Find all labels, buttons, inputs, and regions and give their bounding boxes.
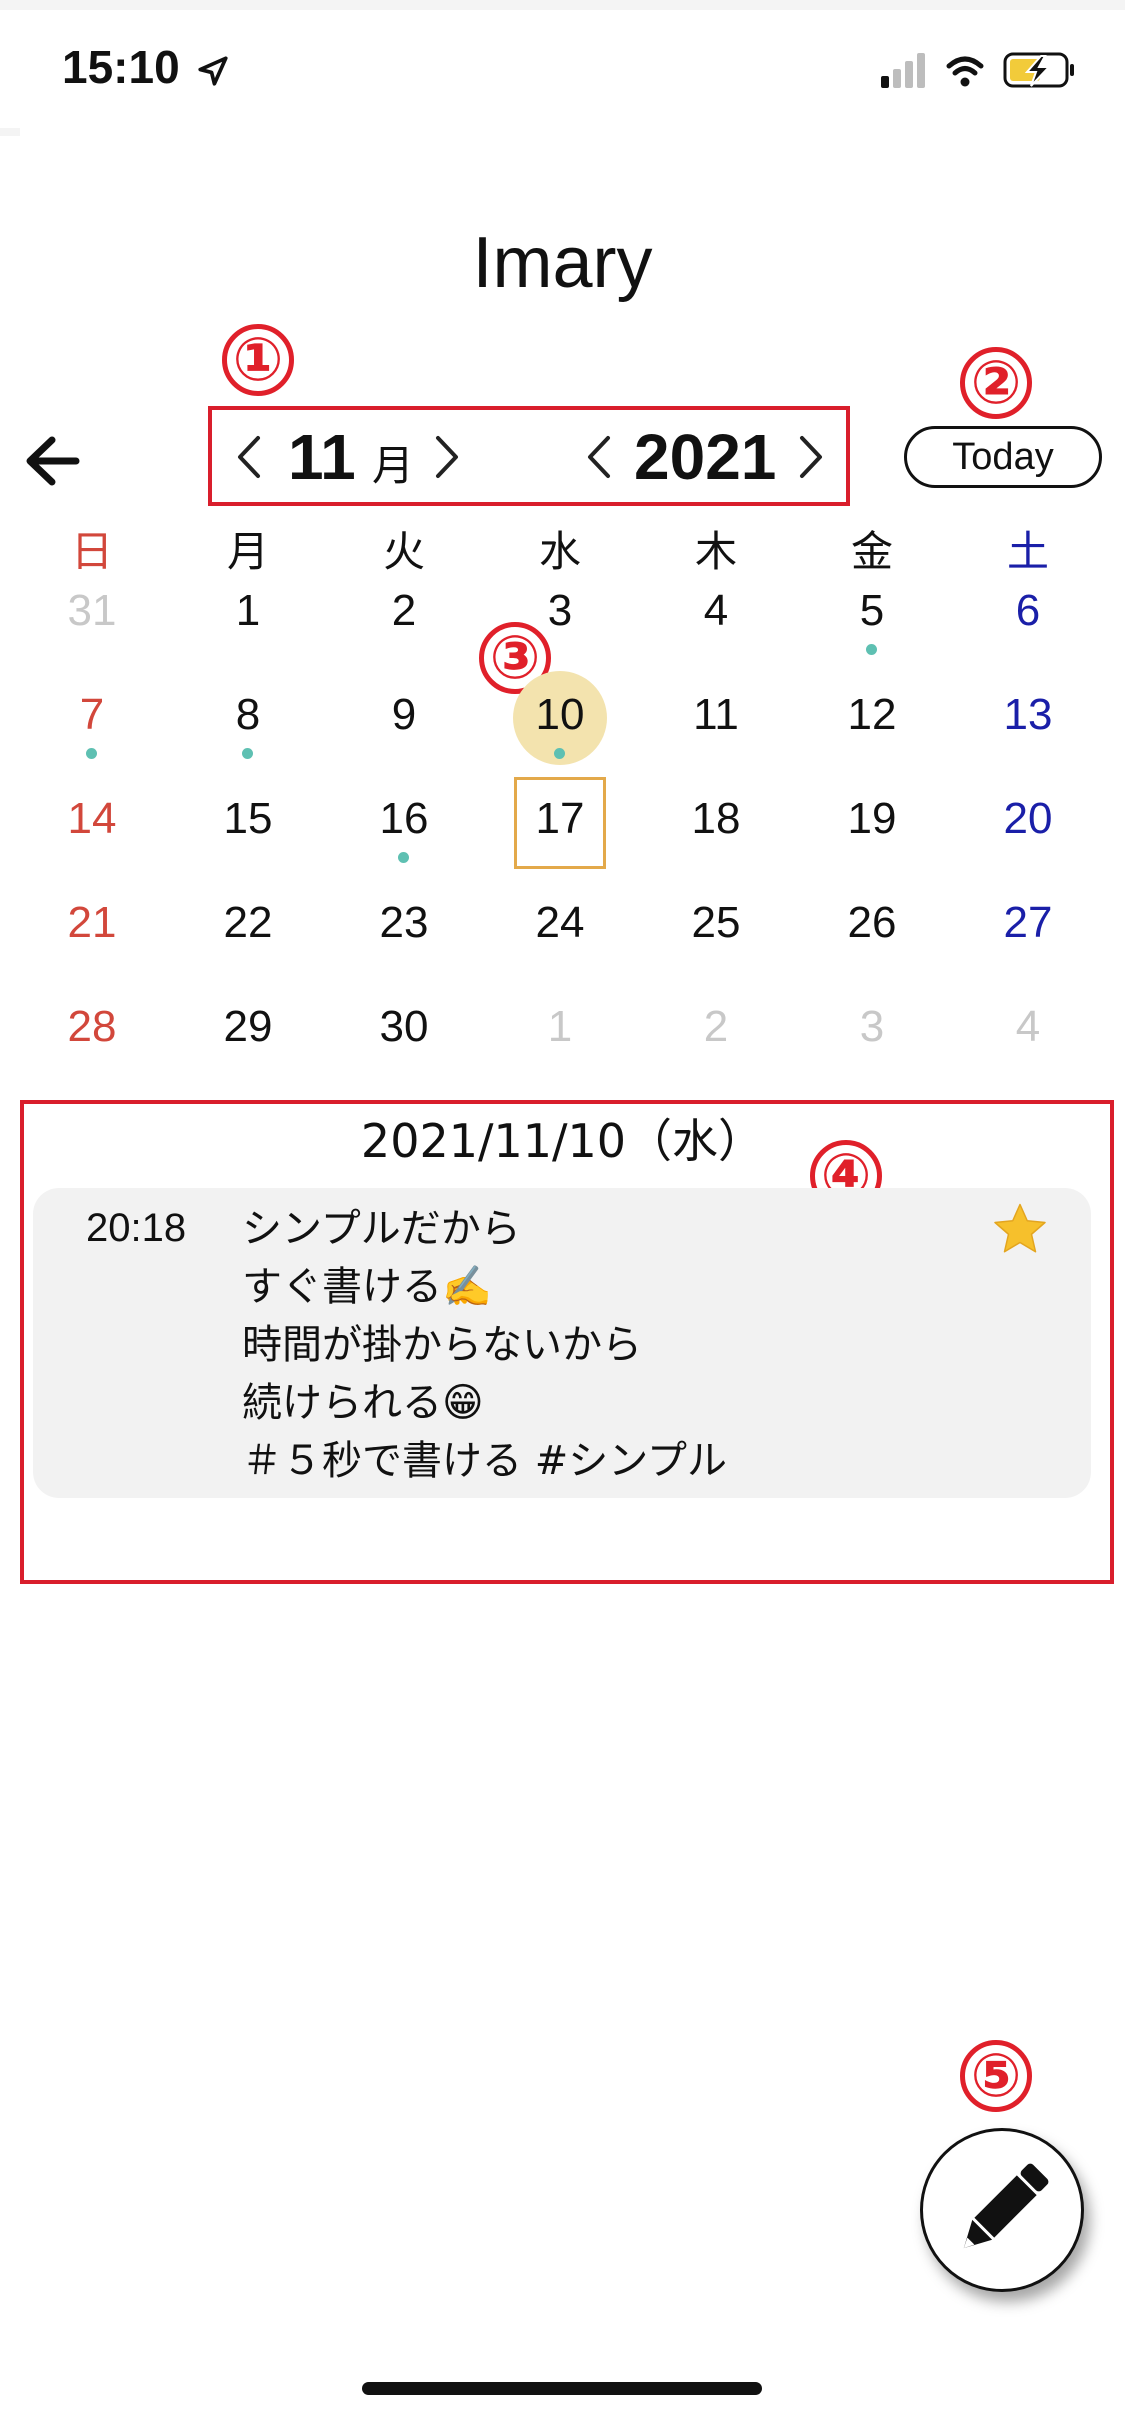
calendar-day[interactable]: 1 (178, 586, 318, 636)
calendar-day[interactable]: 21 (22, 898, 162, 948)
calendar-day[interactable]: 24 (490, 898, 630, 948)
next-month-button[interactable] (432, 432, 462, 486)
calendar-day[interactable]: 9 (334, 690, 474, 740)
month-number: 11 (288, 421, 356, 493)
event-dot (554, 748, 565, 759)
calendar-day[interactable]: 29 (178, 1002, 318, 1052)
calendar-day[interactable]: 22 (178, 898, 318, 948)
calendar-day[interactable]: 4 (646, 586, 786, 636)
annotation-5: ⑤ (956, 2036, 1036, 2116)
weekday-sat: 土 (1006, 527, 1049, 576)
star-icon (994, 1203, 1046, 1253)
status-time: 15:10 (62, 40, 230, 94)
calendar-day[interactable]: 18 (646, 794, 786, 844)
event-dot (86, 748, 97, 759)
calendar-day[interactable]: 26 (802, 898, 942, 948)
status-time-text: 15:10 (62, 41, 180, 93)
status-icons (879, 48, 1079, 92)
chevron-left-icon (238, 436, 260, 478)
back-button[interactable] (22, 430, 84, 492)
calendar-day[interactable]: 16 (334, 794, 474, 844)
calendar-day[interactable]: 28 (22, 1002, 162, 1052)
location-arrow-icon (198, 56, 229, 86)
pencil-icon (963, 2163, 1049, 2249)
calendar-day[interactable]: 2 (646, 1002, 786, 1052)
weekday-mon: 月 (226, 527, 269, 576)
today-button[interactable]: Today (904, 426, 1102, 488)
calendar-day[interactable]: 14 (22, 794, 162, 844)
calendar-day[interactable]: 17 (490, 794, 630, 844)
chevron-right-icon (800, 436, 822, 478)
entry-line: 続けられる😁 (242, 1380, 484, 1426)
calendar-day[interactable]: 2 (334, 586, 474, 636)
event-dot (866, 644, 877, 655)
calendar-day[interactable]: 13 (958, 690, 1098, 740)
event-dot (398, 852, 409, 863)
top-edge (0, 0, 1125, 10)
entry-line: 時間が掛からないから (242, 1322, 642, 1368)
weekday-wed: 水 (538, 527, 581, 576)
event-dot (242, 748, 253, 759)
next-year-button[interactable] (796, 432, 826, 486)
month-unit: 月 (372, 441, 415, 490)
back-arrow-icon (26, 436, 80, 486)
calendar-day[interactable]: 30 (334, 1002, 474, 1052)
app-title: Imary (472, 223, 653, 303)
compose-button[interactable] (920, 2128, 1084, 2292)
battery-charging-icon (1003, 52, 1074, 88)
weekday-fri: 金 (850, 527, 893, 576)
edge-mark (0, 128, 20, 136)
calendar-day[interactable]: 31 (22, 586, 162, 636)
calendar-day[interactable]: 20 (958, 794, 1098, 844)
calendar-day[interactable]: 15 (178, 794, 318, 844)
calendar-day[interactable]: 3 (490, 586, 630, 636)
calendar-day[interactable]: 19 (802, 794, 942, 844)
chevron-right-icon (436, 436, 458, 478)
home-indicator (362, 2382, 762, 2395)
calendar-day[interactable]: 8 (178, 690, 318, 740)
calendar-day[interactable]: 10 (490, 690, 630, 740)
chevron-left-icon (588, 436, 610, 478)
calendar-day[interactable]: 1 (490, 1002, 630, 1052)
signal-icon (881, 53, 925, 88)
calendar-day[interactable]: 25 (646, 898, 786, 948)
entry-line: シンプルだから (242, 1206, 521, 1252)
calendar-day[interactable]: 5 (802, 586, 942, 636)
calendar-day[interactable]: 3 (802, 1002, 942, 1052)
entry-date: 2021/11/10（水） (360, 1114, 765, 1168)
calendar-day[interactable]: 7 (22, 690, 162, 740)
calendar-day[interactable]: 11 (646, 690, 786, 740)
weekday-sun: 日 (70, 527, 113, 576)
annotation-2: ② (956, 343, 1036, 423)
weekday-thu: 木 (694, 527, 737, 576)
entry-time: 20:18 (86, 1206, 187, 1250)
favorite-toggle[interactable] (990, 1200, 1050, 1260)
prev-month-button[interactable] (234, 432, 264, 486)
year-number: 2021 (634, 421, 777, 493)
wifi-icon (946, 56, 984, 87)
entry-line: ＃５秒で書ける #シンプル (242, 1438, 728, 1484)
calendar-day[interactable]: 27 (958, 898, 1098, 948)
calendar-day[interactable]: 12 (802, 690, 942, 740)
entry-text: シンプルだから すぐ書ける✍️ 時間が掛からないから 続けられる😁 ＃５秒で書け… (242, 1200, 727, 1490)
entry-line: すぐ書ける✍️ (242, 1264, 492, 1310)
calendar-day[interactable]: 6 (958, 586, 1098, 636)
prev-year-button[interactable] (584, 432, 614, 486)
annotation-1: ① (218, 320, 298, 400)
calendar-day[interactable]: 4 (958, 1002, 1098, 1052)
calendar-day[interactable]: 23 (334, 898, 474, 948)
weekday-tue: 火 (382, 527, 425, 576)
